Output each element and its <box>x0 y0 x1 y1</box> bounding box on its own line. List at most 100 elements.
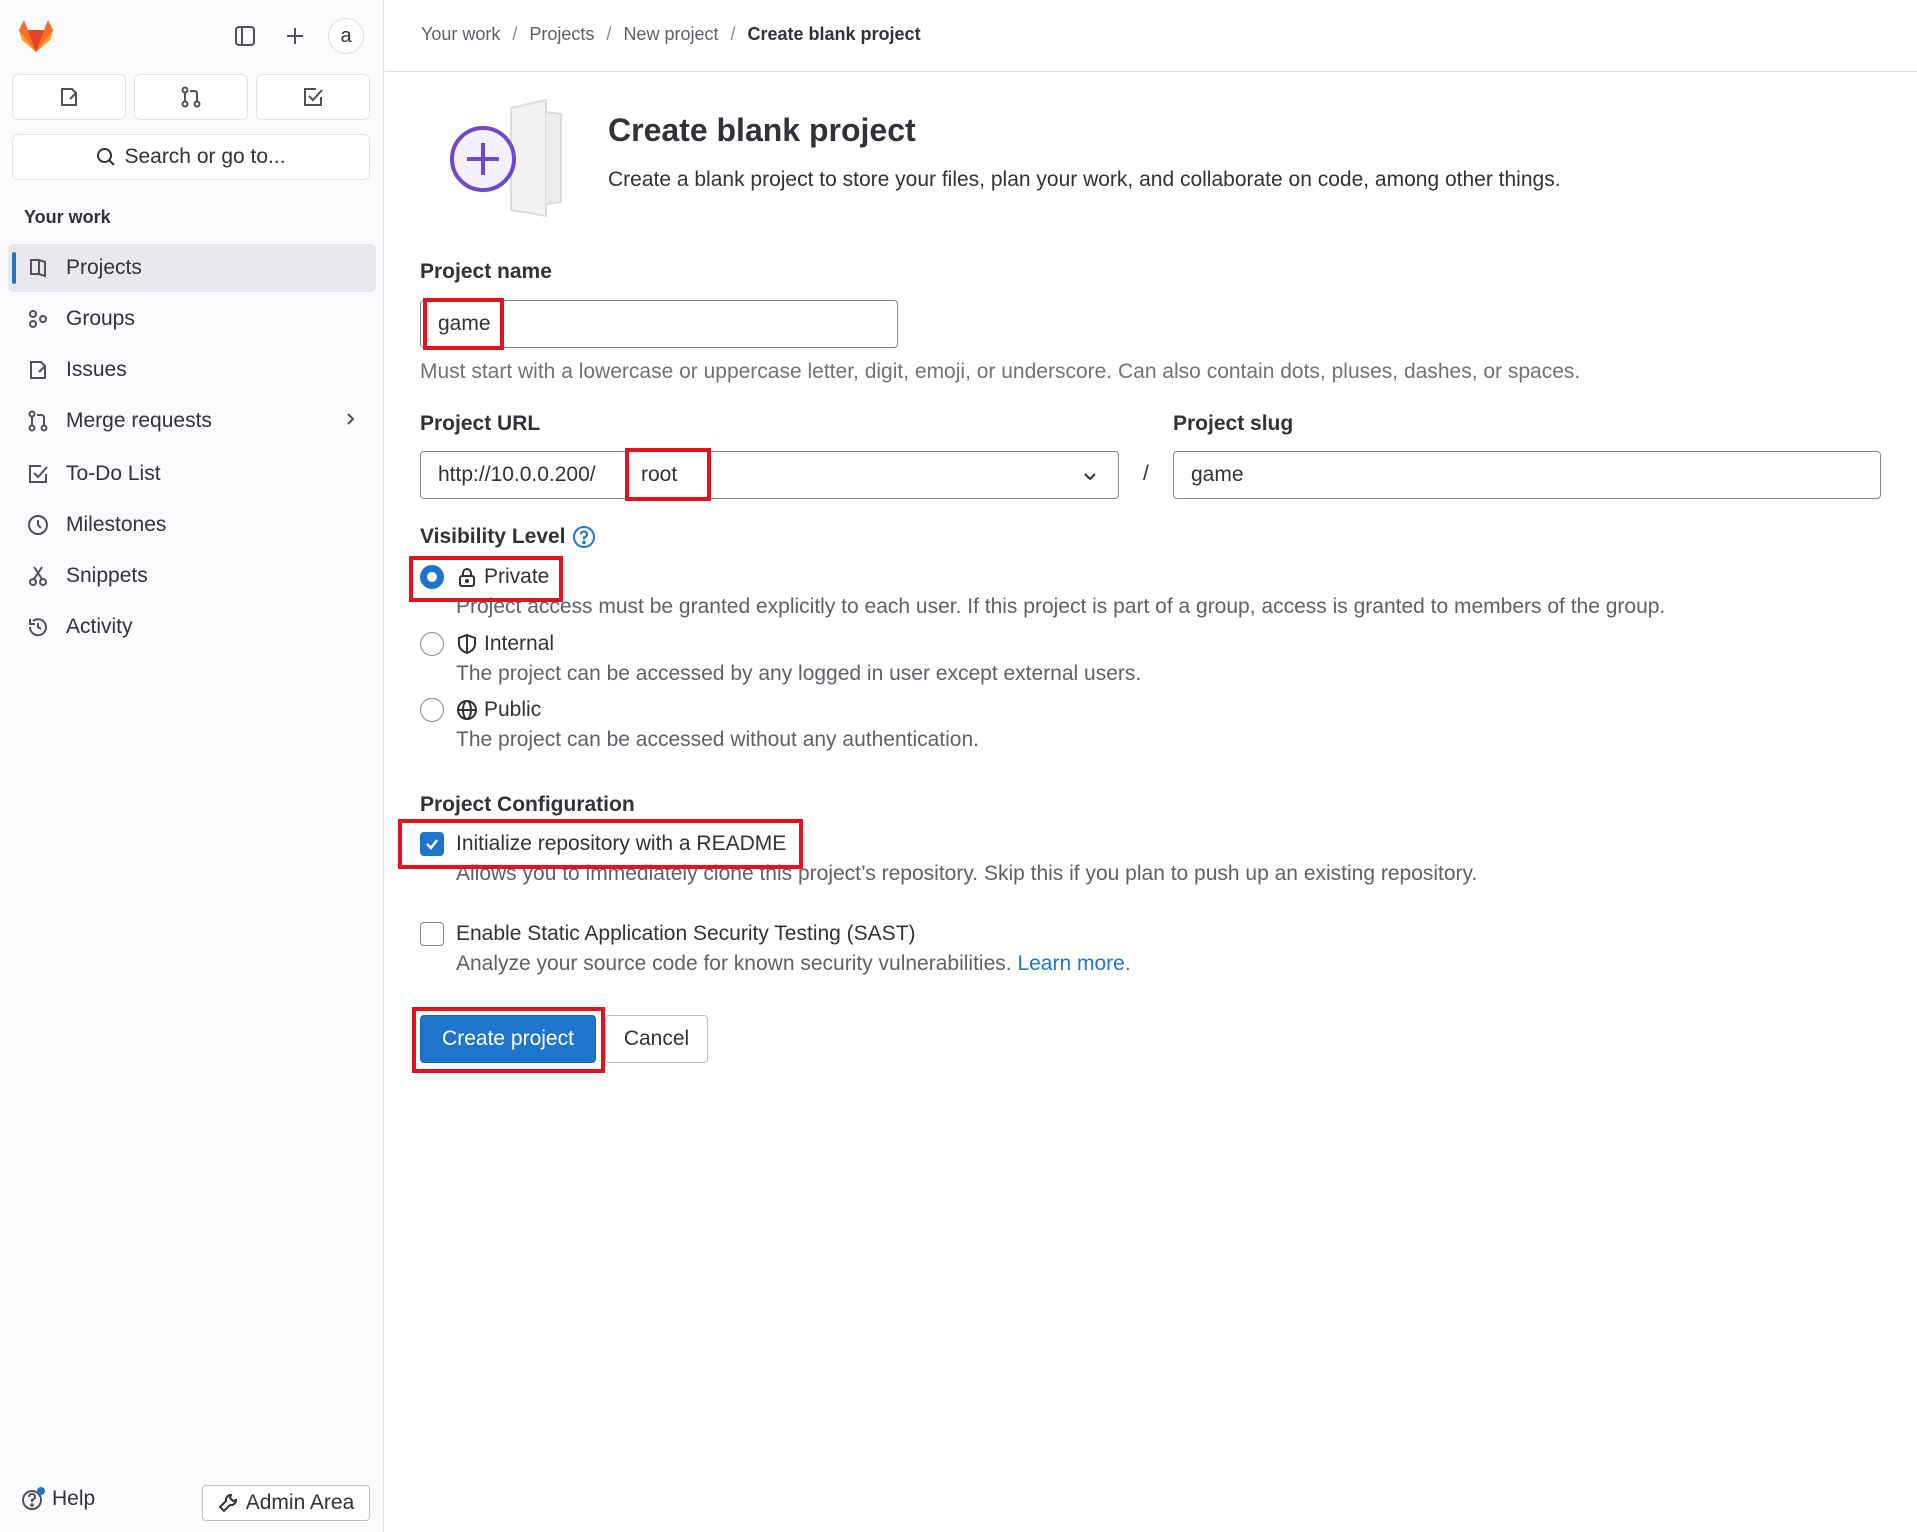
sidebar-section-title: Your work <box>24 207 111 227</box>
breadcrumb-your-work[interactable]: Your work <box>421 24 500 45</box>
sast-label: Enable Static Application Security Testi… <box>456 922 916 945</box>
lock-icon <box>456 566 478 588</box>
project-name-input[interactable]: game <box>420 300 898 348</box>
sidebar-item-label: Activity <box>66 615 133 638</box>
chevron-down-icon[interactable] <box>1080 466 1100 491</box>
merge-request-icon <box>24 407 52 435</box>
readme-label: Initialize repository with a README <box>456 832 787 855</box>
breadcrumb-separator: / <box>730 24 736 44</box>
history-icon <box>24 613 52 641</box>
create-project-button[interactable]: Create project <box>420 1015 596 1063</box>
cancel-button[interactable]: Cancel <box>605 1015 708 1063</box>
issues-icon <box>24 356 52 384</box>
sast-learn-more-link[interactable]: Learn more. <box>1017 952 1130 975</box>
shield-icon <box>456 633 478 655</box>
sast-option[interactable]: Enable Static Application Security Testi… <box>420 922 916 946</box>
visibility-public-option[interactable]: Public <box>420 698 541 722</box>
search-icon <box>97 148 116 166</box>
readme-hint: Allows you to immediately clone this pro… <box>456 862 1478 885</box>
plus-icon[interactable] <box>277 18 313 54</box>
visibility-public-description: The project can be accessed without any … <box>456 728 979 751</box>
sidebar: a Search or go to... Your work Projects … <box>0 0 384 1532</box>
sidebar-item-label: Projects <box>66 256 142 279</box>
help-icon <box>22 1487 45 1510</box>
todo-icon <box>304 88 323 106</box>
visibility-label-text: Visibility Level <box>420 525 566 548</box>
project-slug-value: game <box>1191 463 1244 486</box>
breadcrumb-projects[interactable]: Projects <box>529 24 594 45</box>
visibility-internal-option[interactable]: Internal <box>420 632 554 656</box>
project-icon <box>24 254 52 282</box>
sast-hint-text: Analyze your source code for known secur… <box>456 952 1012 975</box>
todo-button[interactable] <box>256 74 370 120</box>
milestone-icon <box>24 511 52 539</box>
visibility-private-option[interactable]: Private <box>420 565 549 589</box>
sidebar-item-label: Milestones <box>66 513 167 536</box>
project-url-label: Project URL <box>420 412 541 435</box>
group-icon <box>24 305 52 333</box>
merge-requests-button[interactable] <box>134 74 248 120</box>
sidebar-item-merge-requests[interactable]: Merge requests <box>8 397 376 445</box>
search-placeholder: Search or go to... <box>124 145 286 168</box>
sidebar-header: a <box>0 0 384 72</box>
top-bar: Your work / Projects / New project / Cre… <box>385 0 1917 72</box>
chevron-right-icon <box>340 409 360 435</box>
visibility-internal-radio[interactable] <box>420 632 444 656</box>
help-button[interactable]: Help <box>20 1486 95 1512</box>
sidebar-item-label: Groups <box>66 307 135 330</box>
project-slug-input[interactable]: game <box>1173 451 1881 499</box>
namespace-select[interactable]: root <box>621 463 677 487</box>
visibility-public-label: Public <box>484 698 542 721</box>
main-content: Create blank project Create a blank proj… <box>385 72 1917 1532</box>
visibility-private-radio[interactable] <box>420 565 444 589</box>
snippet-icon <box>24 562 52 590</box>
gitlab-logo-icon[interactable] <box>16 16 56 56</box>
project-url-prefix: http://10.0.0.200/ <box>438 463 596 486</box>
admin-area-button[interactable]: Admin Area <box>202 1485 370 1521</box>
page-description: Create a blank project to store your fil… <box>608 168 1561 191</box>
sidebar-item-label: Snippets <box>66 564 148 587</box>
wrench-icon <box>218 1494 237 1513</box>
sidebar-item-label: Issues <box>66 358 127 381</box>
question-icon[interactable] <box>572 525 596 549</box>
issues-icon <box>61 88 77 106</box>
readme-option[interactable]: Initialize repository with a README <box>420 832 786 856</box>
sidebar-item-activity[interactable]: Activity <box>8 603 376 651</box>
help-label: Help <box>52 1487 96 1510</box>
check-icon <box>426 839 438 850</box>
visibility-internal-label: Internal <box>484 632 555 655</box>
sidebar-item-snippets[interactable]: Snippets <box>8 552 376 600</box>
breadcrumb-current[interactable]: Create blank project <box>748 24 921 45</box>
project-name-label: Project name <box>420 260 552 283</box>
user-avatar[interactable]: a <box>328 18 364 54</box>
search-button[interactable]: Search or go to... <box>12 134 370 180</box>
project-slug-label: Project slug <box>1173 412 1294 435</box>
sast-checkbox[interactable] <box>420 922 444 946</box>
admin-area-label: Admin Area <box>245 1491 355 1514</box>
sidebar-item-milestones[interactable]: Milestones <box>8 501 376 549</box>
readme-checkbox[interactable] <box>420 832 444 856</box>
sidebar-toggle-icon[interactable] <box>227 18 263 54</box>
sidebar-item-groups[interactable]: Groups <box>8 295 376 343</box>
sidebar-item-issues[interactable]: Issues <box>8 346 376 394</box>
breadcrumb: Your work / Projects / New project / Cre… <box>421 24 921 45</box>
project-name-value: game <box>438 312 491 335</box>
visibility-private-label: Private <box>484 565 550 588</box>
sidebar-item-todo[interactable]: To-Do List <box>8 450 376 498</box>
sidebar-item-projects[interactable]: Projects <box>8 244 376 292</box>
project-url-field: http://10.0.0.200/ root <box>420 451 1119 499</box>
breadcrumb-separator: / <box>512 24 518 44</box>
sidebar-item-label: Merge requests <box>66 409 212 432</box>
breadcrumb-new-project[interactable]: New project <box>623 24 718 45</box>
page-title: Create blank project <box>608 112 916 148</box>
sast-hint: Analyze your source code for known secur… <box>456 952 1131 976</box>
earth-icon <box>456 699 478 721</box>
visibility-public-radio[interactable] <box>420 698 444 722</box>
merge-request-icon <box>181 86 201 108</box>
visibility-internal-description: The project can be accessed by any logge… <box>456 662 1142 685</box>
url-separator: / <box>1143 462 1149 485</box>
assigned-issues-button[interactable] <box>12 74 126 120</box>
blank-project-illustration-icon <box>450 98 562 218</box>
breadcrumb-separator: / <box>606 24 612 44</box>
todo-icon <box>24 460 52 488</box>
